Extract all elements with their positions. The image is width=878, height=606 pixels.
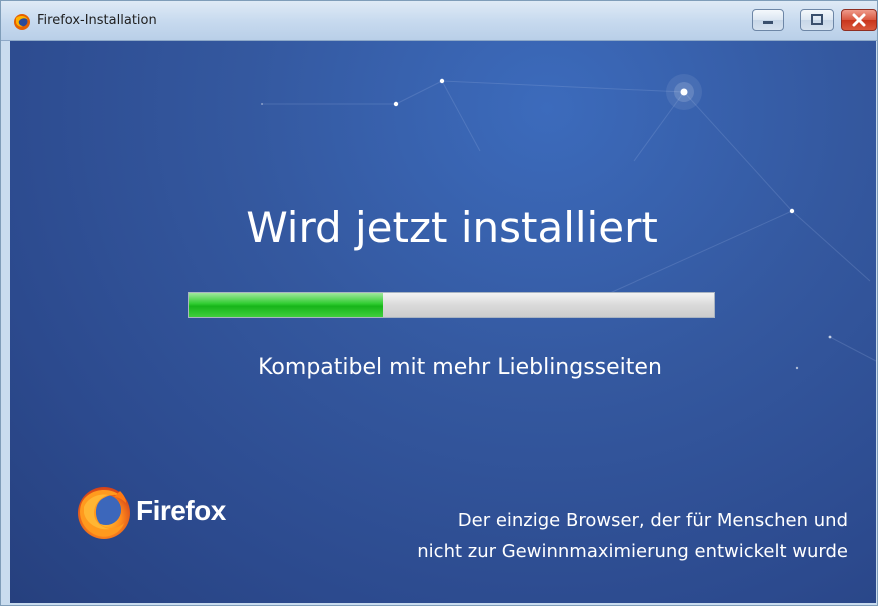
install-status-heading: Wird jetzt installiert	[246, 203, 658, 252]
installer-window: Firefox-Installation Wird jetzt installi…	[0, 0, 878, 606]
window-title: Firefox-Installation	[37, 13, 157, 28]
title-bar[interactable]: Firefox-Installation	[1, 1, 877, 41]
minimize-icon	[763, 21, 773, 24]
install-progress-bar	[188, 292, 715, 318]
firefox-icon	[14, 14, 30, 30]
minimize-button[interactable]	[752, 9, 784, 31]
close-button[interactable]	[841, 9, 877, 31]
feature-tagline: Kompatibel mit mehr Lieblingsseiten	[258, 355, 662, 380]
slogan-line-1: Der einzige Browser, der für Menschen un…	[457, 510, 848, 531]
mission-slogan: Der einzige Browser, der für Menschen un…	[417, 505, 848, 567]
firefox-logo-icon	[78, 487, 130, 539]
firefox-brand-name: Firefox	[136, 495, 226, 526]
maximize-button[interactable]	[800, 9, 834, 31]
close-icon	[852, 13, 866, 27]
installer-content: Wird jetzt installiert Kompatibel mit me…	[10, 41, 876, 603]
install-progress-fill	[189, 293, 384, 317]
slogan-line-2: nicht zur Gewinnmaximierung entwickelt w…	[417, 541, 848, 562]
maximize-icon	[811, 14, 823, 25]
